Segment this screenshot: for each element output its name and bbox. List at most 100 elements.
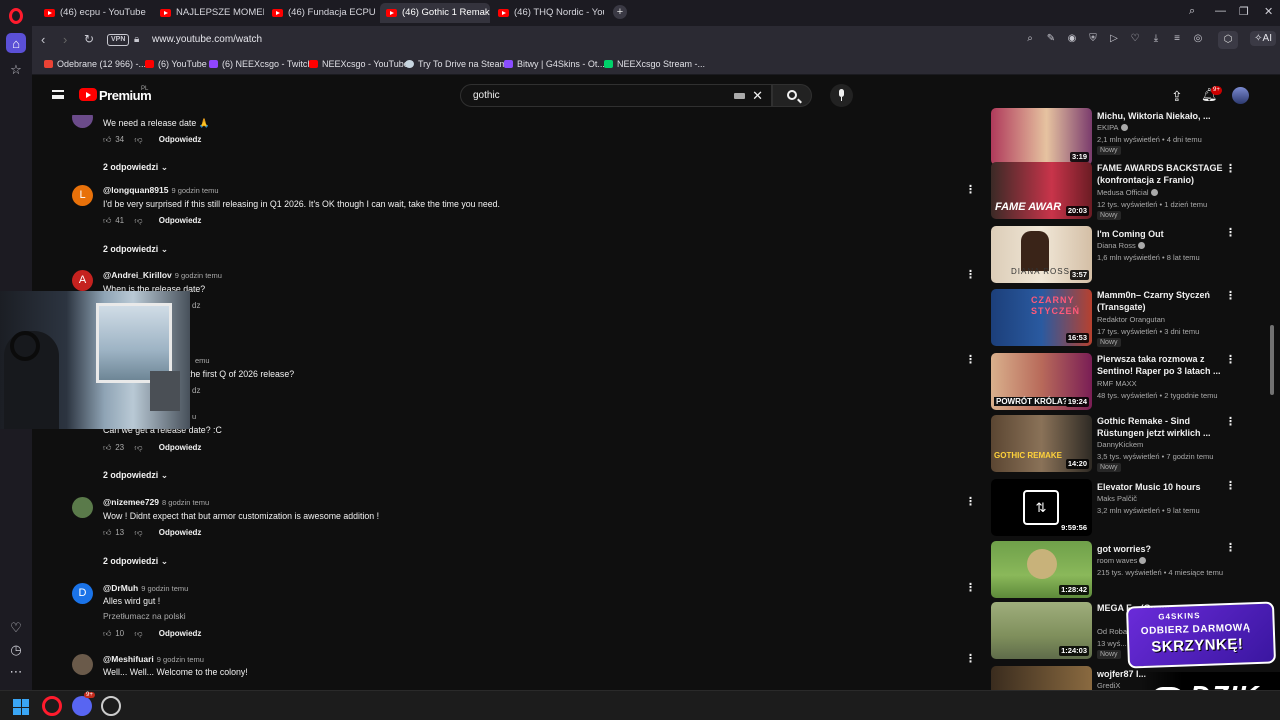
- search-input[interactable]: gothic ✕: [460, 84, 772, 107]
- comment-avatar[interactable]: A: [72, 270, 93, 291]
- bookmark-neex-youtube[interactable]: NEEXcsgo - YouTube: [309, 59, 409, 69]
- translate-link[interactable]: Przetłumacz na polski: [103, 611, 186, 621]
- bookmark-gmail[interactable]: Odebrane (12 966) -...: [44, 59, 146, 69]
- video-channel[interactable]: Redaktor Orangutan: [1097, 315, 1165, 324]
- like-icon[interactable]: 👍︎: [103, 528, 113, 538]
- comment-avatar[interactable]: [72, 654, 93, 675]
- comment-menu-icon[interactable]: ⋮: [965, 353, 976, 366]
- reply-button-fragment[interactable]: dz: [192, 301, 200, 310]
- account-icon[interactable]: ◎: [1192, 33, 1204, 45]
- reply-button[interactable]: Odpowiedz: [159, 528, 202, 537]
- bookmark-g4skins[interactable]: Bitwy | G4Skins - Ot...: [504, 59, 605, 69]
- video-title[interactable]: FAME AWARDS BACKSTAGE (konfrontacja z Fr…: [1097, 162, 1227, 186]
- opera-taskbar-icon[interactable]: [42, 696, 62, 716]
- video-thumbnail[interactable]: CZARNY STYCZEŃ 16:53: [991, 289, 1092, 346]
- opera-logo-icon[interactable]: [9, 8, 23, 24]
- video-thumbnail[interactable]: POWRÓT KRÓLA?! 19:24: [991, 353, 1092, 410]
- recommended-video[interactable]: 3:19 Michu, Wiktoria Niekało, ... EKIPA …: [990, 108, 1280, 168]
- video-menu-icon[interactable]: ⋮: [1225, 226, 1236, 239]
- replies-toggle[interactable]: 2 odpowiedzi ⌄: [103, 162, 168, 173]
- comment-menu-icon[interactable]: ⋮: [965, 652, 976, 665]
- comment-menu-icon[interactable]: ⋮: [965, 268, 976, 281]
- video-title[interactable]: Pierwsza taka rozmowa z Sentino! Raper p…: [1097, 353, 1227, 377]
- tab-thq-nordic[interactable]: (46) THQ Nordic - YouTube: [492, 3, 604, 23]
- bookmark-kick[interactable]: NEEXcsgo Stream -...: [604, 59, 705, 69]
- video-title[interactable]: got worries?: [1097, 543, 1227, 555]
- video-menu-icon[interactable]: ⋮: [1225, 162, 1236, 175]
- reply-button[interactable]: Odpowiedz: [159, 135, 202, 144]
- search-tabs-icon[interactable]: ⌕: [1189, 5, 1195, 18]
- create-upload-icon[interactable]: ⇪: [1171, 88, 1183, 105]
- windows-start-icon[interactable]: [13, 699, 29, 715]
- replies-toggle[interactable]: 2 odpowiedzi ⌄: [103, 556, 168, 567]
- recommended-video[interactable]: CZARNY STYCZEŃ 16:53 Mamm0n– Czarny Styc…: [990, 289, 1280, 349]
- comment-author[interactable]: @Andrei_Kirillov 9 godzin temu: [103, 270, 222, 280]
- comment-time[interactable]: 8 godzin temu: [162, 498, 209, 507]
- video-channel[interactable]: GrediX: [1097, 681, 1120, 690]
- clear-search-icon[interactable]: ✕: [752, 88, 763, 104]
- video-menu-icon[interactable]: ⋮: [1225, 479, 1236, 492]
- video-thumbnail[interactable]: 1:24:03: [991, 602, 1092, 659]
- dislike-icon[interactable]: 👎︎: [134, 443, 142, 453]
- video-channel[interactable]: RMF MAXX: [1097, 379, 1137, 388]
- bookmark-youtube[interactable]: (6) YouTube: [145, 59, 207, 69]
- star-icon[interactable]: ☆: [6, 60, 26, 80]
- voice-search-button[interactable]: [830, 84, 853, 107]
- video-menu-icon[interactable]: ⋮: [1225, 353, 1236, 366]
- video-channel[interactable]: DannyKickem: [1097, 440, 1143, 449]
- video-thumbnail[interactable]: ⇅ 9:59:56: [991, 479, 1092, 536]
- replies-toggle[interactable]: 2 odpowiedzi ⌄: [103, 470, 168, 481]
- tab-gothic-remake[interactable]: (46) Gothic 1 Remake | M: [380, 3, 490, 23]
- home-icon[interactable]: ⌂: [6, 33, 26, 53]
- comment-time[interactable]: 9 godzin temu: [141, 584, 188, 593]
- comment-time[interactable]: 9 godzin temu: [171, 186, 218, 195]
- camera-icon[interactable]: ◉: [1066, 33, 1078, 45]
- reply-button-fragment[interactable]: dz: [192, 386, 200, 395]
- forward-icon[interactable]: ›: [63, 32, 67, 47]
- minimize-icon[interactable]: —: [1215, 5, 1226, 17]
- recommended-video[interactable]: ⇅ 9:59:56 Elevator Music 10 hours Maks P…: [990, 479, 1280, 539]
- bookmark-steam[interactable]: Try To Drive na Steam: [405, 59, 507, 69]
- video-thumbnail[interactable]: [991, 666, 1092, 690]
- like-icon[interactable]: 👍︎: [103, 216, 113, 226]
- video-title[interactable]: Elevator Music 10 hours: [1097, 481, 1227, 493]
- search-button[interactable]: [772, 84, 812, 107]
- comment-menu-icon[interactable]: ⋮: [965, 495, 976, 508]
- hamburger-menu-icon[interactable]: [52, 90, 64, 99]
- dislike-icon[interactable]: 👎︎: [134, 629, 142, 639]
- video-channel[interactable]: Maks Palčič: [1097, 494, 1137, 503]
- heart-icon[interactable]: ♡: [6, 618, 26, 638]
- lens-icon[interactable]: ⌕: [1024, 33, 1036, 45]
- reply-button[interactable]: Odpowiedz: [159, 629, 202, 638]
- more-dots-icon[interactable]: ⋯: [6, 662, 26, 682]
- video-menu-icon[interactable]: ⋮: [1225, 289, 1236, 302]
- app-taskbar-icon[interactable]: [101, 696, 121, 716]
- video-thumbnail[interactable]: GOTHIC REMAKE 14:20: [991, 415, 1092, 472]
- video-thumbnail[interactable]: 3:19: [991, 108, 1092, 165]
- reload-icon[interactable]: ↻: [84, 32, 94, 46]
- comment-menu-icon[interactable]: ⋮: [965, 183, 976, 196]
- maximize-icon[interactable]: ❐: [1239, 5, 1249, 18]
- keyboard-icon[interactable]: [734, 93, 745, 99]
- replies-toggle[interactable]: 2 odpowiedzi ⌄: [103, 244, 168, 255]
- comment-time[interactable]: 9 godzin temu: [175, 271, 222, 280]
- video-menu-icon[interactable]: ⋮: [1225, 541, 1236, 554]
- play-icon[interactable]: ▷: [1108, 33, 1120, 45]
- video-title[interactable]: Gothic Remake - Sind Rüstungen jetzt wir…: [1097, 415, 1227, 439]
- video-thumbnail[interactable]: FAME AWAR 20:03: [991, 162, 1092, 219]
- discord-taskbar-icon[interactable]: [72, 696, 92, 716]
- dislike-icon[interactable]: 👎︎: [134, 216, 142, 226]
- like-icon[interactable]: 👍︎: [103, 629, 113, 639]
- comment-avatar[interactable]: [72, 115, 93, 128]
- close-window-icon[interactable]: ✕: [1264, 5, 1273, 18]
- recommended-video[interactable]: 1:28:42 got worries? room waves 215 tys.…: [990, 541, 1280, 601]
- menu-lines-icon[interactable]: ≡: [1171, 33, 1183, 45]
- comment-author[interactable]: @DrMuh 9 godzin temu: [103, 583, 188, 593]
- reply-button[interactable]: Odpowiedz: [159, 443, 202, 452]
- shield-icon[interactable]: ⛨: [1087, 33, 1099, 45]
- new-tab-button[interactable]: +: [613, 5, 627, 19]
- video-channel[interactable]: EKIPA: [1097, 123, 1128, 132]
- page-scrollbar[interactable]: [1270, 325, 1274, 395]
- comment-author[interactable]: @Meshifuari 9 godzin temu: [103, 654, 204, 664]
- account-avatar[interactable]: [1232, 87, 1249, 104]
